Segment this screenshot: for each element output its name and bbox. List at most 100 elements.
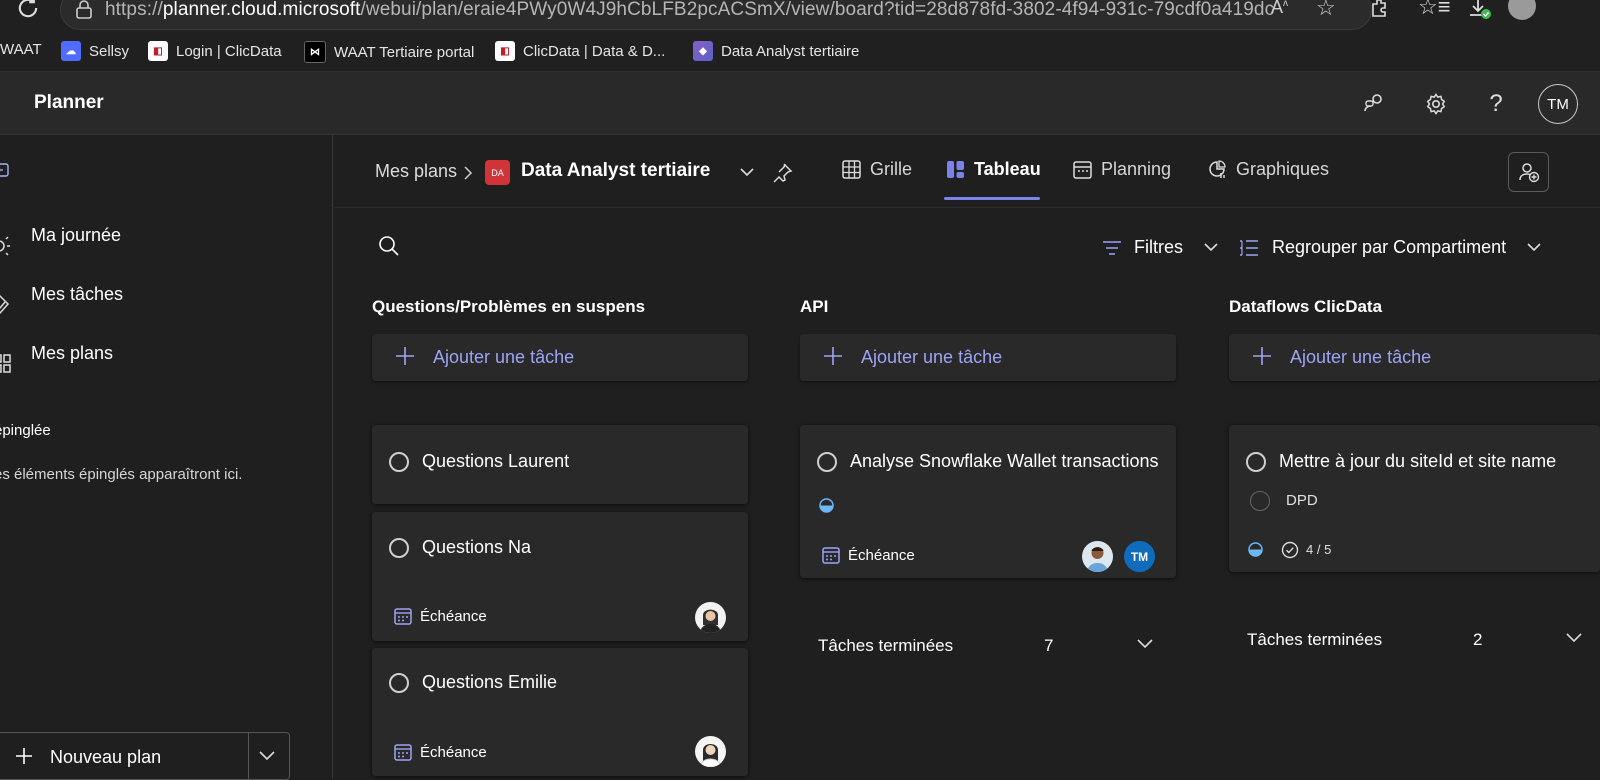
breadcrumb-chevron-icon: [463, 166, 473, 180]
tab-schedule[interactable]: Planning: [1073, 159, 1171, 180]
board-toolbar: Filtres Regrouper par Compartiment: [334, 208, 1600, 286]
plan-menu-chevron-icon[interactable]: [739, 167, 755, 178]
sidebar-item-label: Mes plans: [31, 342, 114, 363]
chevron-down-icon[interactable]: [1136, 638, 1154, 650]
assignee-avatar[interactable]: [695, 602, 726, 633]
bookmark-label: Data Analyst tertiaire: [721, 42, 860, 60]
breadcrumb-my-plans[interactable]: Mes plans: [375, 161, 457, 182]
plus-icon: [14, 746, 34, 766]
help-icon[interactable]: ?: [1482, 90, 1510, 118]
tab-charts[interactable]: Graphiques: [1208, 159, 1329, 180]
button-divider: [248, 733, 249, 779]
task-card[interactable]: Mettre à jour du siteId et site name DPD…: [1229, 425, 1600, 572]
bookmark-waat-portal[interactable]: ⋈ WAAT Tertiaire portal: [304, 41, 474, 63]
collapse-sidebar-icon[interactable]: [0, 162, 10, 178]
task-card[interactable]: Questions Na Échéance: [372, 512, 748, 641]
add-task-button[interactable]: Ajouter une tâche: [372, 334, 748, 381]
address-bar[interactable]: https://planner.cloud.microsoft/webui/pl…: [60, 0, 1372, 30]
sidebar-item-label: Ma journée: [31, 224, 122, 245]
sidebar: Ma journée Mes tâches Mes plans épinglée…: [0, 135, 333, 780]
share-plan-button[interactable]: [1508, 152, 1549, 192]
pin-icon[interactable]: [771, 162, 793, 184]
profile-icon[interactable]: [1508, 0, 1536, 20]
tab-label: Planning: [1101, 159, 1172, 179]
new-plan-label: Nouveau plan: [50, 747, 162, 767]
plus-icon: [394, 345, 416, 367]
user-avatar[interactable]: TM: [1538, 84, 1578, 124]
complete-task-checkbox[interactable]: [817, 452, 837, 472]
bookmark-sellsy[interactable]: ☁ Sellsy: [61, 41, 129, 61]
checklist-icon: [1281, 541, 1299, 559]
bookmarks-bar: WAAT ☁ Sellsy ◧ Login | ClicData ⋈ WAAT …: [0, 32, 1600, 72]
due-label: Échéance: [420, 743, 487, 761]
task-title: Questions Emilie: [422, 672, 558, 692]
progress-in-progress-icon[interactable]: [1248, 542, 1263, 557]
due-label: Échéance: [848, 546, 915, 564]
new-plan-button[interactable]: Nouveau plan: [0, 732, 290, 780]
task-title: Mettre à jour du siteId et site name: [1279, 451, 1557, 471]
bookmark-label: WAAT: [0, 41, 42, 58]
downloads-icon[interactable]: [1466, 0, 1492, 22]
plus-icon: [1251, 345, 1273, 367]
reload-icon[interactable]: [14, 0, 42, 22]
due-date[interactable]: Échéance: [394, 743, 487, 761]
complete-task-checkbox[interactable]: [389, 538, 409, 558]
lock-icon[interactable]: [75, 0, 93, 20]
subtask-label: DPD: [1286, 492, 1318, 509]
tab-label: Grille: [870, 159, 913, 179]
due-date[interactable]: Échéance: [394, 607, 487, 625]
tab-grid[interactable]: Grille: [842, 159, 912, 180]
favorite-star-icon[interactable]: ☆: [1316, 0, 1336, 21]
task-card[interactable]: Analyse Snowflake Wallet transactions Éc…: [800, 425, 1176, 578]
chevron-down-icon[interactable]: [1565, 632, 1583, 644]
feedback-icon[interactable]: [1360, 90, 1388, 118]
assignee-initials-badge[interactable]: TM: [1124, 541, 1155, 572]
add-task-button[interactable]: Ajouter une tâche: [1229, 334, 1600, 381]
bookmark-waat[interactable]: WAAT: [0, 41, 42, 58]
bookmark-label: Sellsy: [89, 42, 130, 60]
completed-tasks-toggle[interactable]: Tâches terminées: [1247, 630, 1382, 650]
waat-logo-icon: ⋈: [304, 41, 326, 63]
filter-icon: [1102, 240, 1122, 256]
plans-grid-icon: [0, 353, 14, 375]
add-task-label: Ajouter une tâche: [1290, 347, 1432, 367]
calendar-icon: [822, 546, 840, 564]
add-task-button[interactable]: Ajouter une tâche: [800, 334, 1176, 381]
favorites-list-icon[interactable]: ☆≡: [1418, 0, 1451, 20]
due-date[interactable]: Échéance: [822, 546, 915, 564]
clicdata-logo-icon: ◧: [495, 41, 515, 61]
tab-board[interactable]: Tableau: [946, 159, 1041, 180]
bookmark-data-analyst[interactable]: ◆ Data Analyst tertiaire: [693, 41, 859, 61]
task-card[interactable]: Questions Laurent: [372, 425, 748, 504]
task-card[interactable]: Questions Emilie Échéance: [372, 648, 748, 776]
progress-in-progress-icon[interactable]: [819, 498, 834, 513]
completed-tasks-count: 2: [1473, 630, 1483, 649]
pinned-section-title: épinglée: [0, 422, 51, 439]
column-title: API: [800, 297, 829, 316]
extensions-icon[interactable]: [1368, 0, 1392, 20]
read-aloud-icon[interactable]: Aʌ: [1271, 0, 1288, 18]
settings-gear-icon[interactable]: [1422, 90, 1450, 118]
complete-task-checkbox[interactable]: [389, 673, 409, 693]
complete-task-checkbox[interactable]: [389, 452, 409, 472]
sun-icon: [0, 235, 12, 257]
assignee-avatar[interactable]: [695, 736, 726, 767]
bookmark-label: ClicData | Data & D...: [523, 42, 666, 60]
completed-tasks-toggle[interactable]: Tâches terminées: [818, 636, 953, 656]
filters-button[interactable]: Filtres: [1102, 237, 1219, 258]
bookmark-clicdata-login[interactable]: ◧ Login | ClicData: [148, 41, 282, 61]
search-icon[interactable]: [378, 235, 400, 257]
group-by-button[interactable]: Regrouper par Compartiment: [1238, 237, 1542, 258]
add-task-label: Ajouter une tâche: [861, 347, 1003, 367]
url-text: https://planner.cloud.microsoft/webui/pl…: [105, 0, 1275, 20]
calendar-icon: [1073, 160, 1092, 179]
assignee-avatar[interactable]: [1082, 541, 1113, 572]
complete-task-checkbox[interactable]: [1246, 452, 1266, 472]
chevron-down-icon[interactable]: [258, 750, 276, 762]
subtask-checkbox[interactable]: [1250, 491, 1270, 511]
plan-title[interactable]: Data Analyst tertiaire: [521, 160, 710, 182]
add-task-label: Ajouter une tâche: [433, 347, 575, 367]
bookmark-clicdata[interactable]: ◧ ClicData | Data & D...: [495, 41, 665, 61]
chevron-down-icon: [1203, 242, 1219, 253]
app-launcher-icon[interactable]: [0, 92, 4, 114]
